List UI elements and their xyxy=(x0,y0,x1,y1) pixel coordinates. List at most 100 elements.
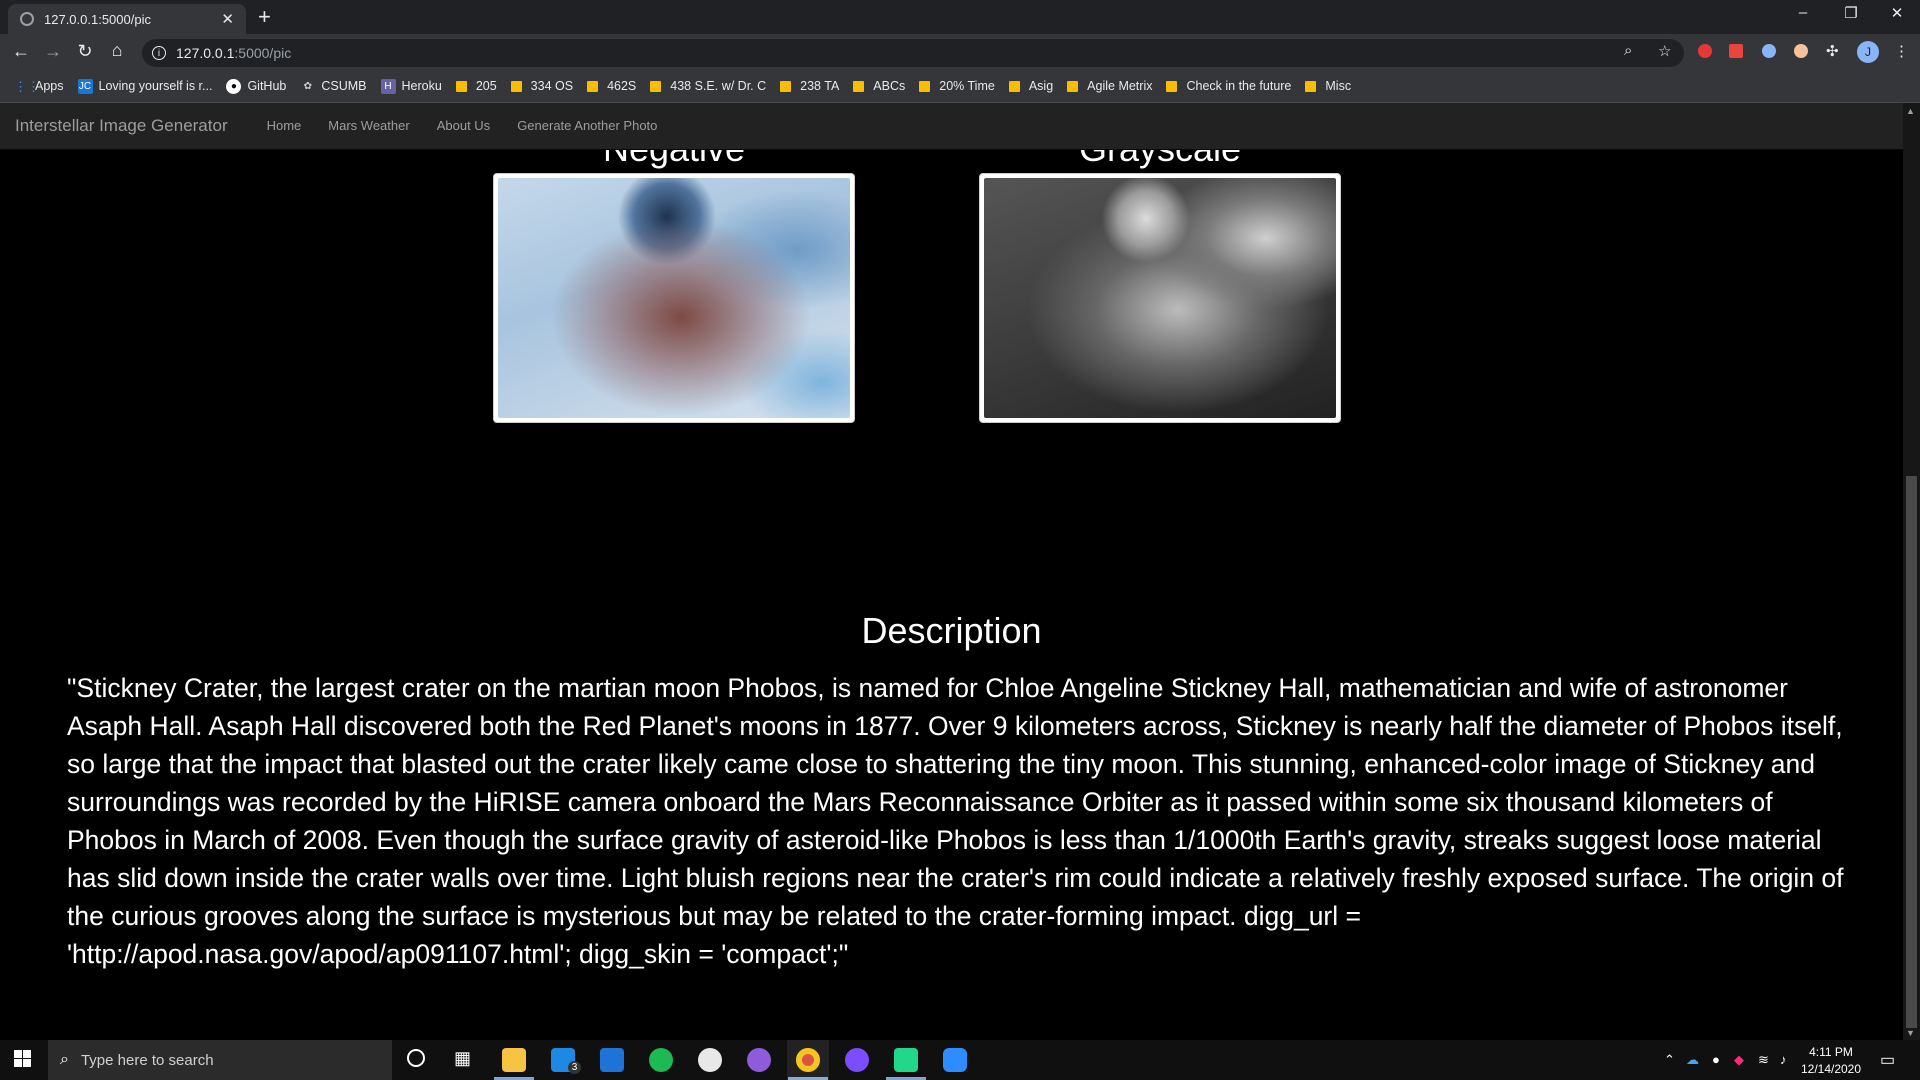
bookmark-folder-abcs[interactable]: ABCs xyxy=(853,79,905,93)
apps-grid-icon: ⋮⋮ xyxy=(14,78,40,94)
spotify-icon[interactable] xyxy=(649,1048,673,1072)
close-tab-icon[interactable]: ✕ xyxy=(221,10,234,28)
close-window-button[interactable]: ✕ xyxy=(1874,4,1920,22)
site-info-icon[interactable]: i xyxy=(152,46,166,60)
taskbar-clock[interactable]: 4:11 PM 12/14/2020 xyxy=(1796,1044,1866,1078)
folder-icon xyxy=(1305,80,1317,92)
purple-app-icon[interactable] xyxy=(747,1048,771,1072)
cortana-icon[interactable] xyxy=(407,1049,425,1067)
negative-image xyxy=(498,178,850,418)
pycharm-icon[interactable] xyxy=(894,1048,918,1072)
extension-peach-icon[interactable] xyxy=(1794,44,1808,58)
taskbar-search-placeholder: Type here to search xyxy=(80,1051,214,1069)
page-favicon-icon xyxy=(20,12,34,26)
bookmark-folder-334-os[interactable]: 334 OS xyxy=(510,79,573,93)
zoom-icon[interactable]: ⌕ xyxy=(1624,42,1632,59)
folder-icon xyxy=(587,80,599,92)
folder-icon xyxy=(780,80,792,92)
description-heading: Description xyxy=(861,610,1042,651)
folder-icon xyxy=(510,80,522,92)
url-path: :5000/pic xyxy=(234,45,292,61)
nav-mars-weather-label[interactable]: Mars Weather xyxy=(328,118,409,133)
scrollbar-thumb[interactable] xyxy=(1906,476,1917,1028)
description-text: "Stickney Crater, the largest crater on … xyxy=(67,673,1844,969)
wifi-icon[interactable]: ≋ xyxy=(1758,1052,1769,1068)
bookmark-csumb[interactable]: ✿ CSUMB xyxy=(300,79,367,94)
folder-icon xyxy=(853,80,865,92)
bookmarks-bar: ⋮⋮ Apps JC Loving yourself is r... ● GitHub… xyxy=(0,70,1920,103)
csumb-icon: ✿ xyxy=(303,80,313,92)
scroll-up-icon[interactable]: ▲ xyxy=(1906,106,1915,116)
reload-icon[interactable]: ↻ xyxy=(73,41,97,62)
clock-date: 12/14/2020 xyxy=(1800,1062,1862,1076)
bookmark-folder-misc[interactable]: Misc xyxy=(1305,79,1351,93)
tray-app-icon[interactable]: ◆ xyxy=(1734,1052,1744,1068)
slack-icon[interactable] xyxy=(698,1048,722,1072)
folder-icon xyxy=(919,80,931,92)
taskbar-search-box[interactable]: ⌕ Type here to search xyxy=(48,1040,392,1080)
scroll-down-icon[interactable]: ▼ xyxy=(1906,1028,1915,1038)
restore-button[interactable]: ❐ xyxy=(1828,4,1874,22)
tray-chevron-icon[interactable]: ⌃ xyxy=(1664,1052,1675,1068)
bookmark-folder-205[interactable]: 205 xyxy=(455,79,497,93)
volume-icon[interactable]: ♪ xyxy=(1780,1052,1787,1067)
tab-title: 127.0.0.1:5000/pic xyxy=(44,11,151,27)
profile-avatar[interactable]: J xyxy=(1857,41,1879,63)
windows-start-icon[interactable] xyxy=(14,1050,32,1068)
file-explorer-icon[interactable] xyxy=(502,1048,526,1072)
bookmark-folder-agile-metrix[interactable]: Agile Metrix xyxy=(1067,79,1152,93)
site-navbar-links: Interstellar Image Generator Home Mars W… xyxy=(0,103,1903,148)
folder-icon xyxy=(455,80,467,92)
folder-icon xyxy=(650,80,662,92)
search-icon: ⌕ xyxy=(60,1051,69,1068)
browser-tab-strip xyxy=(0,0,1920,34)
heroku-icon: H xyxy=(380,78,396,94)
bookmark-folder-check-in-future[interactable]: Check in the future xyxy=(1166,79,1291,93)
nav-about-us-label[interactable]: About Us xyxy=(437,118,490,133)
circle-app-icon[interactable] xyxy=(845,1048,869,1072)
bookmark-folder-462s[interactable]: 462S xyxy=(587,79,636,93)
grayscale-image-frame xyxy=(979,173,1341,423)
chrome-menu-icon[interactable]: ⋮ xyxy=(1894,42,1909,60)
extension-todo-icon[interactable] xyxy=(1729,44,1743,58)
folder-icon xyxy=(1067,80,1079,92)
bookmark-heroku[interactable]: H Heroku xyxy=(380,78,442,94)
clock-time: 4:11 PM xyxy=(1809,1045,1853,1059)
bookmark-folder-438-se[interactable]: 438 S.E. w/ Dr. C xyxy=(650,79,766,93)
nav-home-label[interactable]: Home xyxy=(267,118,302,133)
grayscale-image xyxy=(984,178,1336,418)
jc-icon: JC xyxy=(77,78,93,94)
task-view-icon[interactable]: ▦ xyxy=(454,1048,471,1069)
forward-arrow-icon[interactable]: → xyxy=(41,41,65,62)
extension-red-icon[interactable] xyxy=(1698,44,1712,58)
bookmark-apps[interactable]: ⋮⋮ Apps xyxy=(14,79,64,94)
microphone-icon[interactable]: ● xyxy=(1712,1052,1720,1067)
back-arrow-icon[interactable]: ← xyxy=(9,41,33,62)
onedrive-icon[interactable]: ☁ xyxy=(1686,1052,1699,1068)
browser-tab[interactable]: 127.0.0.1:5000/pic ✕ xyxy=(8,4,246,34)
new-tab-button[interactable]: + xyxy=(258,4,271,30)
mail-badge: 3 xyxy=(568,1061,581,1074)
extensions-puzzle-icon[interactable]: ✣ xyxy=(1826,42,1839,60)
folder-icon xyxy=(1166,80,1178,92)
negative-image-frame xyxy=(493,173,855,423)
bookmark-folder-asig[interactable]: Asig xyxy=(1008,79,1053,93)
bookmark-github[interactable]: ● GitHub xyxy=(226,78,286,94)
site-brand-label[interactable]: Interstellar Image Generator xyxy=(15,116,228,136)
bookmark-folder-20-time[interactable]: 20% Time xyxy=(919,79,995,93)
extension-blue-icon[interactable] xyxy=(1762,44,1776,58)
calendar-icon[interactable] xyxy=(600,1048,624,1072)
chrome-taskbar-highlight xyxy=(787,1040,829,1080)
home-icon[interactable]: ⌂ xyxy=(105,40,129,61)
bookmark-star-icon[interactable]: ☆ xyxy=(1658,42,1671,60)
bookmark-loving-yourself[interactable]: JC Loving yourself is r... xyxy=(77,78,212,94)
folder-icon xyxy=(1008,80,1020,92)
url-host: 127.0.0.1 xyxy=(176,45,235,61)
zoom-app-icon[interactable] xyxy=(943,1048,967,1072)
address-bar[interactable]: i 127.0.0.1:5000/pic xyxy=(142,39,1684,67)
bookmark-folder-238-ta[interactable]: 238 TA xyxy=(780,79,839,93)
nav-generate-label[interactable]: Generate Another Photo xyxy=(517,118,657,133)
github-icon: ● xyxy=(226,78,242,94)
minimize-button[interactable]: – xyxy=(1780,4,1826,21)
notifications-icon[interactable]: ▭ xyxy=(1880,1050,1895,1070)
